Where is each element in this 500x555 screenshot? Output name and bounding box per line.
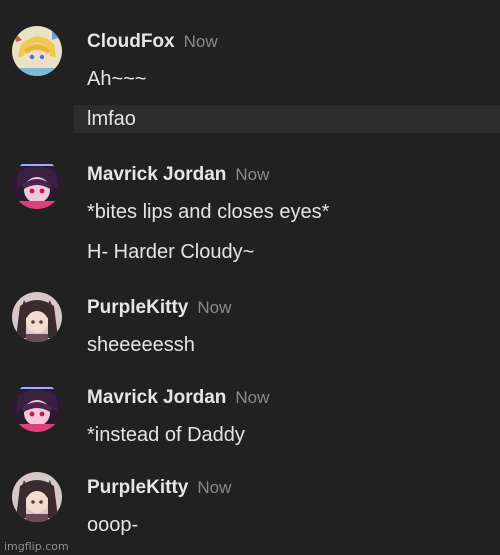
timestamp: Now	[235, 165, 270, 184]
timestamp: Now	[197, 298, 232, 317]
timestamp: Now	[197, 478, 232, 497]
avatar[interactable]	[12, 26, 62, 76]
anime-character-avatar-icon	[12, 472, 62, 522]
username[interactable]: Mavrick Jordan	[87, 164, 226, 185]
username[interactable]: Mavrick Jordan	[87, 387, 226, 408]
message: H- Harder Cloudy~	[87, 241, 255, 263]
timestamp: Now	[183, 32, 218, 51]
anime-character-avatar-icon	[12, 292, 62, 342]
avatar[interactable]	[12, 292, 62, 342]
username[interactable]: CloudFox	[87, 31, 175, 52]
avatar[interactable]	[12, 472, 62, 522]
chat-log: CloudFox Now Ah~~~ lmfao Mavrick Jordan No…	[0, 0, 500, 555]
username[interactable]: PurpleKitty	[87, 297, 188, 318]
message: Ah~~~	[87, 68, 147, 90]
avatar[interactable]	[12, 382, 62, 432]
message: lmfao	[87, 108, 136, 130]
username[interactable]: PurpleKitty	[87, 477, 188, 498]
anime-character-avatar-icon	[12, 382, 62, 432]
message: sheeeeessh	[87, 334, 195, 356]
timestamp: Now	[235, 388, 270, 407]
message: ooop-	[87, 514, 139, 536]
anime-character-avatar-icon	[12, 159, 62, 209]
message: *instead of Daddy	[87, 424, 245, 446]
anime-character-avatar-icon	[12, 26, 62, 76]
avatar[interactable]	[12, 159, 62, 209]
message-hover-row[interactable]	[74, 105, 500, 133]
watermark: imgflip.com	[4, 540, 69, 553]
message: *bites lips and closes eyes*	[87, 201, 330, 223]
